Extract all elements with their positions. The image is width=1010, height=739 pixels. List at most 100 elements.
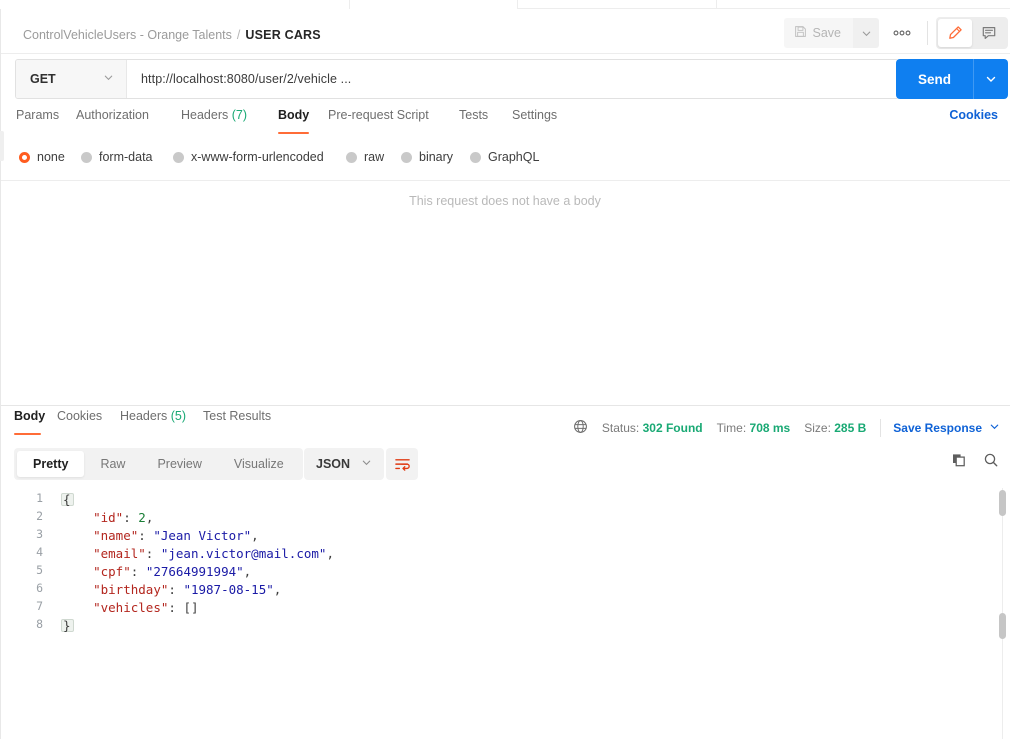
request-tabs: Params Authorization Headers (7) Body Pr…	[1, 108, 1010, 138]
view-mode-pretty[interactable]: Pretty	[17, 451, 85, 477]
code-token: {	[63, 492, 71, 507]
breadcrumb-collection[interactable]: ControlVehicleUsers - Orange Talents	[23, 28, 232, 42]
cookies-link[interactable]: Cookies	[949, 108, 998, 122]
line-number: 5	[36, 563, 43, 577]
save-button-label: Save	[812, 26, 842, 40]
code-token: }	[63, 618, 71, 633]
search-icon	[984, 453, 998, 467]
more-horizontal-icon	[893, 30, 911, 36]
response-body-viewer[interactable]: 1 2 3 4 5 6 7 8 { "id": 2, "name": "Jean Victor…	[1, 488, 1010, 739]
globe-icon[interactable]	[573, 419, 588, 437]
body-type-none[interactable]: none	[19, 150, 65, 164]
response-tab-headers[interactable]: Headers (5)	[120, 409, 186, 423]
code-line: "id": 2,	[63, 509, 153, 527]
tab-tests[interactable]: Tests	[459, 108, 488, 122]
active-tab-indicator	[278, 132, 309, 134]
tab-params[interactable]: Params	[16, 108, 59, 122]
response-view-mode-group: Pretty Raw Preview Visualize	[14, 448, 303, 480]
response-scrollbar-thumb-bottom[interactable]	[999, 613, 1006, 639]
url-input[interactable]: http://localhost:8080/user/2/vehicle ...	[127, 60, 898, 98]
code-token: "27664991994"	[145, 564, 244, 579]
search-button[interactable]	[983, 452, 999, 471]
code-token: "cpf"	[93, 564, 131, 579]
method-selector[interactable]: GET	[16, 60, 126, 98]
response-tabs: Body Cookies Headers (5) Test Results St…	[1, 409, 1010, 441]
response-meta: Status: 302 Found Time: 708 ms Size: 285…	[573, 419, 1000, 437]
code-token: "1987-08-15"	[183, 582, 274, 597]
tab-label: Body	[14, 409, 46, 423]
tab-label: Headers	[181, 108, 229, 122]
chevron-down-icon	[103, 72, 114, 86]
request-body-divider	[1, 180, 1010, 181]
view-mode-raw[interactable]: Raw	[84, 451, 141, 477]
code-token: ,	[145, 510, 154, 525]
tab-strip-edge-left[interactable]	[0, 0, 350, 9]
send-button[interactable]: Send	[896, 59, 973, 99]
url-bar-row: GET http://localhost:8080/user/2/vehicle…	[1, 55, 1010, 103]
tab-label: Settings	[512, 108, 558, 122]
more-options-button[interactable]	[885, 18, 919, 48]
size-badge: Size: 285 B	[804, 421, 866, 435]
tab-pre-request-script[interactable]: Pre-request Script	[328, 108, 429, 122]
radio-icon	[470, 151, 481, 163]
line-number-gutter: 1 2 3 4 5 6 7 8	[1, 488, 57, 739]
body-type-form-data[interactable]: form-data	[81, 150, 153, 164]
line-number: 6	[36, 581, 43, 595]
radio-icon	[346, 151, 357, 163]
line-number: 2	[36, 509, 43, 523]
line-number: 8	[36, 617, 43, 631]
response-tab-body[interactable]: Body	[14, 409, 45, 423]
copy-button[interactable]	[951, 452, 967, 471]
edit-mode-button[interactable]	[938, 19, 972, 47]
time-label: Time:	[716, 421, 747, 435]
save-response-button[interactable]: Save Response	[893, 421, 1000, 435]
tab-body[interactable]: Body	[278, 108, 309, 122]
tab-settings[interactable]: Settings	[512, 108, 557, 122]
body-type-binary[interactable]: binary	[401, 150, 453, 164]
response-format-selector[interactable]: JSON	[304, 448, 385, 480]
body-type-label: x-www-form-urlencoded	[191, 150, 324, 164]
code-token: "birthday"	[93, 582, 169, 597]
body-type-graphql[interactable]: GraphQL	[470, 150, 539, 164]
tab-label: Authorization	[76, 108, 149, 122]
code-token: ,	[251, 528, 259, 543]
status-value: 302 Found	[642, 421, 703, 435]
radio-icon	[173, 151, 184, 163]
code-token: :	[130, 564, 146, 579]
chevron-down-icon	[862, 31, 870, 36]
body-type-raw[interactable]: raw	[346, 150, 384, 164]
pane-divider[interactable]	[1, 405, 1010, 406]
body-type-label: binary	[419, 150, 454, 164]
view-toggle-group	[936, 17, 1008, 49]
send-options-button[interactable]	[974, 59, 1008, 99]
response-scrollbar-thumb-top[interactable]	[999, 490, 1006, 516]
body-type-label: none	[37, 150, 65, 164]
code-token: ,	[326, 546, 334, 561]
tab-authorization[interactable]: Authorization	[76, 108, 149, 122]
code-token: "id"	[93, 510, 124, 525]
tab-label: Cookies	[57, 409, 103, 423]
code-token: ,	[243, 564, 252, 579]
time-value: 708 ms	[749, 421, 791, 435]
response-tab-test-results[interactable]: Test Results	[203, 409, 271, 423]
response-tab-cookies[interactable]: Cookies	[57, 409, 102, 423]
save-options-button[interactable]	[853, 18, 879, 48]
breadcrumb-separator: /	[236, 28, 241, 42]
body-type-radio-group: none form-data x-www-form-urlencoded raw…	[1, 150, 1010, 170]
word-wrap-button[interactable]	[386, 448, 418, 480]
body-type-x-www-form-urlencoded[interactable]: x-www-form-urlencoded	[173, 150, 324, 164]
floppy-disk-icon	[794, 25, 807, 41]
tab-headers[interactable]: Headers (7)	[181, 108, 247, 122]
chevron-down-icon	[361, 457, 372, 471]
view-mode-visualize[interactable]: Visualize	[218, 451, 300, 477]
line-number: 1	[36, 491, 43, 505]
code-line: {	[63, 491, 71, 509]
radio-icon	[81, 151, 92, 163]
comment-button[interactable]	[972, 19, 1006, 47]
chevron-down-icon	[986, 76, 996, 82]
view-mode-preview[interactable]: Preview	[141, 451, 217, 477]
save-button[interactable]: Save	[783, 18, 853, 48]
request-header: ControlVehicleUsers - Orange Talents / USE…	[1, 9, 1010, 54]
